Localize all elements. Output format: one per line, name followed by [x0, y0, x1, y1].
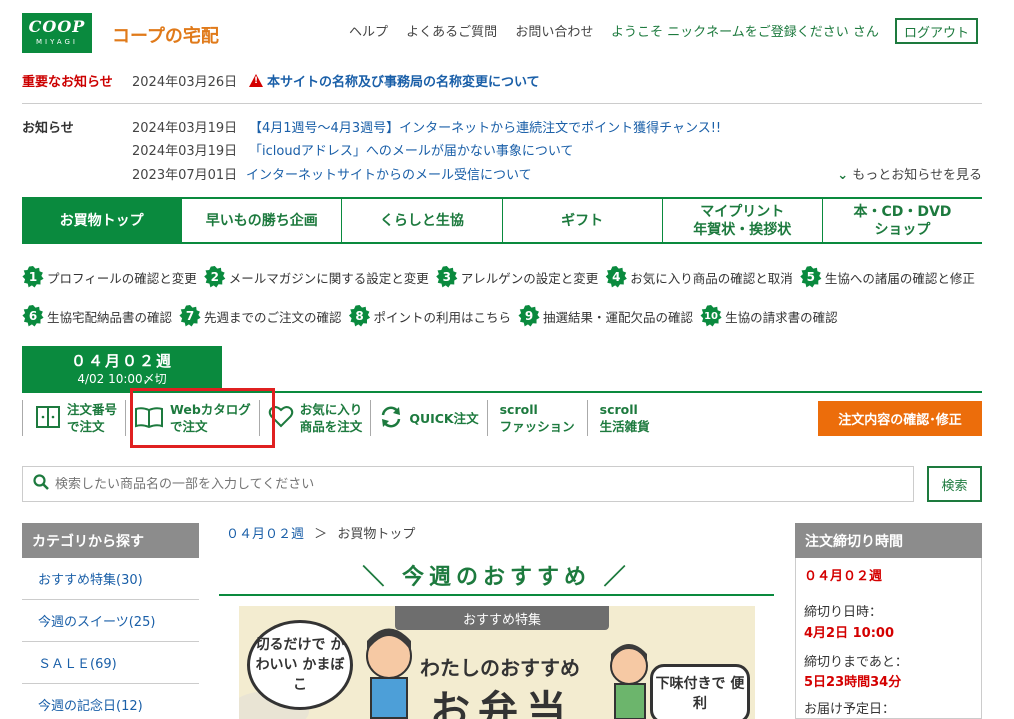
category-item[interactable]: 今週のスイーツ(25) — [22, 600, 199, 642]
nav-tab-books-shop[interactable]: 本・CD・DVD ショップ — [821, 199, 982, 242]
notice-link[interactable]: 「icloudアドレス」へのメールが届かない事象について — [249, 140, 573, 159]
recommend-underline — [219, 594, 774, 596]
main-nav: お買物トップ 早いもの勝ち企画 くらしと生協 ギフト マイプリント 年賀状・挨拶状… — [22, 197, 982, 244]
notice-date: 2023年07月01日 — [132, 168, 238, 183]
notice-label: お知らせ — [22, 121, 74, 136]
coop-logo[interactable]: COOP MIYAGI — [22, 13, 92, 53]
search-input[interactable] — [55, 476, 913, 492]
account-link[interactable]: 6 生協宅配納品書の確認 — [22, 305, 172, 327]
site-title[interactable]: コープの宅配 — [112, 22, 219, 48]
notice-date: 2024年03月19日 — [132, 144, 238, 159]
banner-tag: おすすめ特集 — [395, 606, 609, 630]
banner-bubble-right: 下味付きで 便利 — [650, 664, 750, 719]
notice-link[interactable]: 【4月1週号～4月3週号】インターネットから連続注文でポイント獲得チャンス!! — [249, 117, 721, 136]
refresh-icon — [379, 405, 403, 431]
search-icon — [33, 474, 49, 494]
recommend-title: ＼ 今週のおすすめ ／ — [362, 565, 631, 590]
order-by-number-button[interactable]: 注文番号 で注文 — [22, 400, 125, 436]
scroll-goods-button[interactable]: scroll 生活雑貨 — [586, 400, 658, 436]
account-link[interactable]: 2 メールマガジンに関する設定と変更 — [204, 266, 429, 288]
quick-order-button[interactable]: QUICK注文 — [370, 400, 486, 436]
important-notice-label: 重要なお知らせ — [22, 75, 113, 90]
remaining-label: 締切りまであと： — [804, 655, 908, 670]
notice-link[interactable]: インターネットサイトからのメール受信について — [246, 164, 532, 183]
number-badge-icon: 3 — [436, 266, 458, 288]
category-item[interactable]: ＳＡＬＥ(69) — [22, 642, 199, 684]
deadline-label: 締切り日時： — [804, 605, 883, 620]
number-badge-icon: 4 — [605, 266, 627, 288]
account-links-row-1: 1 プロフィールの確認と変更 2 メールマガジンに関する設定と変更 3 アレルゲンの設… — [22, 266, 982, 288]
favorites-order-button[interactable]: お気に入り 商品を注文 — [258, 400, 371, 436]
confirm-order-button[interactable]: 注文内容の確認･修正 — [818, 401, 982, 436]
header-links: ヘルプ よくあるご質問 お問い合わせ — [349, 21, 607, 40]
chevron-down-icon: ⌄ — [837, 168, 849, 183]
faq-link[interactable]: よくあるご質問 — [406, 25, 497, 40]
account-link[interactable]: 1 プロフィールの確認と変更 — [22, 266, 197, 288]
book-columns-icon — [35, 405, 61, 431]
banner-bubble-left: 切るだけで かわいい かまぼこ — [247, 620, 353, 710]
breadcrumb-current: お買物トップ — [337, 527, 416, 542]
breadcrumb-week-link[interactable]: ０４月０２週 — [226, 527, 304, 542]
breadcrumb: ０４月０２週 ＞ お買物トップ — [226, 527, 416, 542]
number-badge-icon: 8 — [348, 305, 371, 327]
category-item[interactable]: おすすめ特集(30) — [22, 558, 199, 600]
important-notice-link[interactable]: 本サイトの名称及び事務局の名称変更について — [249, 71, 540, 90]
divider — [22, 103, 982, 104]
account-link[interactable]: 7 先週までのご注文の確認 — [179, 305, 342, 327]
deadline-header: 注文締切り時間 — [795, 523, 982, 558]
delivery-label: お届け予定日： — [804, 702, 896, 717]
logout-button[interactable]: ログアウト — [895, 18, 978, 44]
account-link[interactable]: 8 ポイントの利用はこちら — [348, 305, 511, 327]
warning-icon — [249, 74, 263, 87]
number-badge-icon: 2 — [204, 266, 226, 288]
number-badge-icon: 10 — [700, 305, 722, 327]
banner-big-text: お弁当 — [430, 688, 574, 719]
deadline-week: ０４月０２週 — [804, 569, 883, 584]
account-link[interactable]: 3 アレルゲンの設定と変更 — [436, 266, 598, 288]
nav-tab-life-coop[interactable]: くらしと生協 — [341, 199, 501, 242]
nav-tab-shopping-top[interactable]: お買物トップ — [22, 199, 182, 242]
account-link[interactable]: 10 生協の請求書の確認 — [700, 305, 838, 327]
order-toolbar: 注文番号 で注文 Webカタログ で注文 お気に入り 商品を注文 QUICK注文 sc… — [22, 398, 702, 438]
important-notice-date: 2024年03月26日 — [132, 75, 238, 90]
nav-tab-gift[interactable]: ギフト — [501, 199, 662, 242]
nav-tab-early-bird[interactable]: 早いもの勝ち企画 — [181, 199, 341, 242]
scroll-fashion-button[interactable]: scroll ファッション — [486, 400, 587, 436]
number-badge-icon: 5 — [800, 266, 822, 288]
number-badge-icon: 7 — [179, 305, 201, 327]
account-link[interactable]: 5 生協への諸届の確認と修正 — [800, 266, 975, 288]
account-link[interactable]: 4 お気に入り商品の確認と取消 — [605, 266, 793, 288]
week-tab[interactable]: ０４月０２週 4/02 10:00〆切 — [22, 346, 222, 392]
contact-link[interactable]: お問い合わせ — [515, 25, 593, 40]
category-header: カテゴリから探す — [22, 523, 199, 558]
more-notices-link[interactable]: ⌄ もっとお知らせを見る — [837, 164, 982, 183]
account-links-row-2: 6 生協宅配納品書の確認 7 先週までのご注文の確認 8 ポイントの利用はこちら 9抽… — [22, 305, 845, 327]
number-badge-icon: 1 — [22, 266, 44, 288]
highlight-box — [130, 388, 275, 448]
category-item[interactable]: 今週の記念日(12) — [22, 684, 199, 719]
deadline-value: 4月2日 10:00 — [804, 626, 894, 641]
banner-headline: わたしのおすすめ — [420, 656, 580, 680]
number-badge-icon: 6 — [22, 305, 44, 327]
account-link[interactable]: 9 抽選結果・運配欠品の確認 — [518, 305, 693, 327]
notice-date: 2024年03月19日 — [132, 121, 238, 136]
search-button[interactable]: 検索 — [927, 466, 982, 502]
search-box — [22, 466, 914, 502]
welcome-message[interactable]: ようこそ ニックネームをご登録ください さん — [611, 21, 879, 40]
help-link[interactable]: ヘルプ — [349, 25, 388, 40]
remaining-value: 5日23時間34分 — [804, 675, 902, 690]
number-badge-icon: 9 — [518, 305, 540, 327]
nav-tab-myprint[interactable]: マイプリント 年賀状・挨拶状 — [661, 199, 822, 242]
